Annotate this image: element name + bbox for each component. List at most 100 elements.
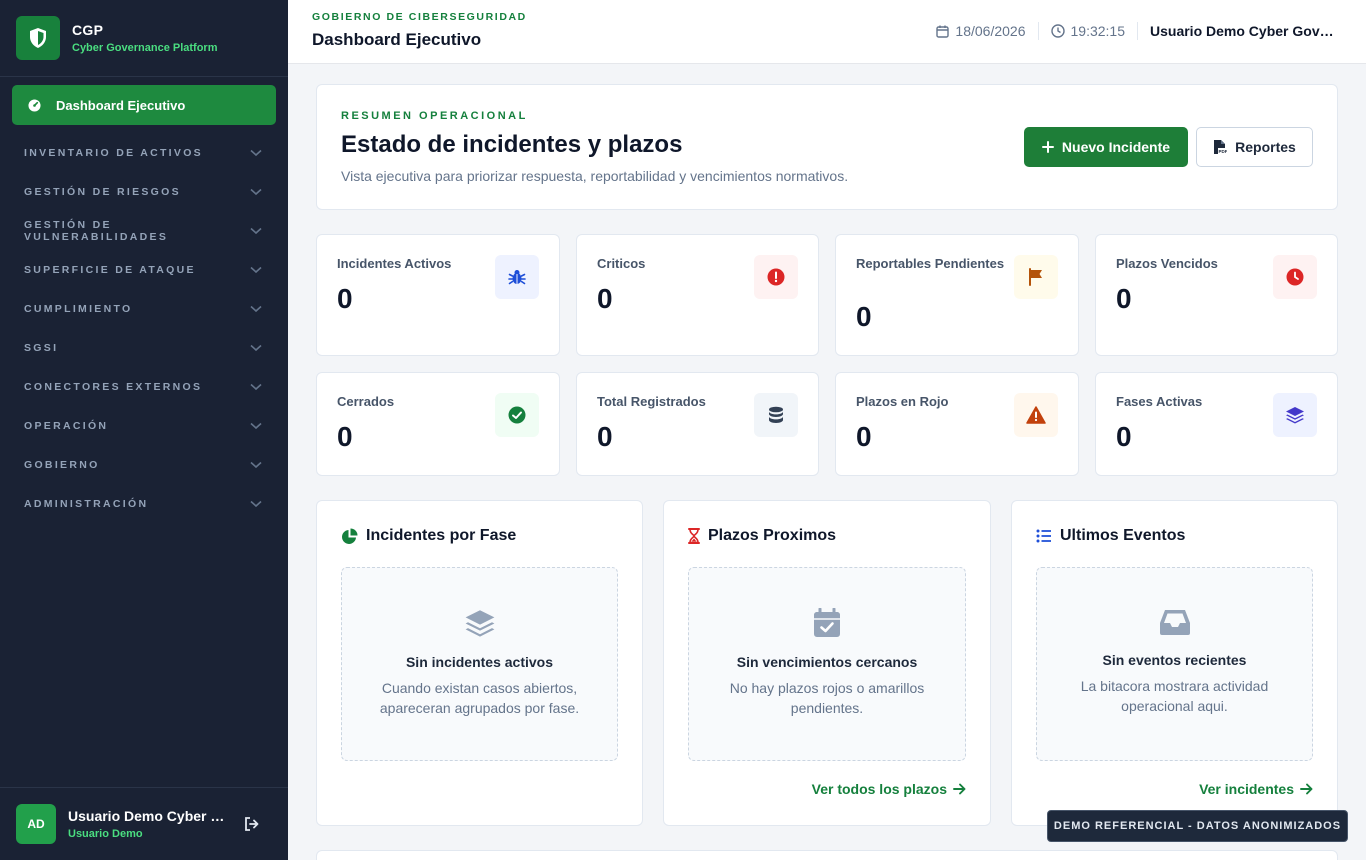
sidebar-user-role: Usuario Demo (68, 828, 143, 840)
brand-name: CGP (72, 22, 104, 38)
panel-ultimos-eventos: Ultimos Eventos Sin eventos recientes La… (1011, 500, 1338, 826)
stat-value: 0 (856, 421, 872, 452)
sidebar-item-gobierno[interactable]: GOBIERNO (0, 445, 288, 484)
stat-value: 0 (1116, 421, 1132, 452)
panel-title: Plazos Proximos (708, 527, 837, 544)
warning-icon (1014, 393, 1058, 437)
pie-chart-icon (342, 528, 358, 544)
list-icon (1036, 529, 1051, 543)
sidebar-item-administracion[interactable]: ADMINISTRACIÓN (0, 484, 288, 523)
empty-description: Cuando existan casos abiertos, aparecera… (379, 680, 580, 716)
chevron-down-icon (250, 149, 262, 156)
calendar-icon (936, 25, 950, 38)
empty-title: Sin eventos recientes (1102, 652, 1247, 668)
plus-icon (1041, 141, 1054, 153)
empty-state: Sin eventos recientes La bitacora mostra… (1036, 567, 1313, 761)
layers-icon (1273, 393, 1317, 437)
pdf-file-icon: PDF (1214, 140, 1228, 154)
header-date: 18/06/2026 (936, 23, 1026, 39)
inbox-icon (1159, 610, 1190, 635)
header-kicker: GOBIERNO DE CIBERSEGURIDAD (312, 11, 527, 23)
bug-icon (495, 255, 539, 299)
sidebar-nav: INVENTARIO DE ACTIVOS GESTIÓN DE RIESGOS… (0, 133, 288, 523)
calendar-check-icon (814, 608, 840, 637)
sidebar-item-vulnerabilidades[interactable]: GESTIÓN DE VULNERABILIDADES (0, 211, 288, 250)
stat-value: 0 (597, 421, 613, 452)
chevron-down-icon (250, 188, 262, 195)
stat-value: 0 (597, 283, 613, 314)
sidebar-item-dashboard[interactable]: Dashboard Ejecutivo (12, 85, 276, 125)
empty-description: No hay plazos rojos o amarillos pendient… (729, 680, 925, 716)
sidebar-item-superficie[interactable]: SUPERFICIE DE ATAQUE (0, 250, 288, 289)
stat-value: 0 (1116, 283, 1132, 314)
stat-value: 0 (856, 301, 872, 332)
sidebar-item-label: Dashboard Ejecutivo (56, 97, 186, 113)
chevron-down-icon (250, 383, 262, 390)
stat-value: 0 (337, 421, 353, 452)
stat-card-plazos-vencidos[interactable]: Plazos Vencidos 0 (1095, 234, 1338, 356)
arrow-right-icon (953, 783, 966, 795)
panel-incidentes-fase: Incidentes por Fase Sin incidentes activ… (316, 500, 643, 826)
sidebar-item-conectores[interactable]: CONECTORES EXTERNOS (0, 367, 288, 406)
stat-value: 0 (337, 283, 353, 314)
svg-text:PDF: PDF (1219, 149, 1228, 154)
panel-title: Ultimos Eventos (1060, 527, 1186, 544)
empty-state: Sin incidentes activos Cuando existan ca… (341, 567, 618, 761)
page-title: Dashboard Ejecutivo (312, 30, 482, 49)
panel-title: Incidentes por Fase (366, 527, 517, 544)
chevron-down-icon (250, 422, 262, 429)
chevron-down-icon (250, 266, 262, 273)
sidebar-user-name: Usuario Demo Cyber Governance (68, 808, 228, 824)
summary-description: Vista ejecutiva para priorizar respuesta… (341, 168, 849, 184)
alert-circle-icon (754, 255, 798, 299)
sidebar-item-inventario[interactable]: INVENTARIO DE ACTIVOS (0, 133, 288, 172)
chevron-down-icon (250, 305, 262, 312)
sidebar-item-operacion[interactable]: OPERACIÓN (0, 406, 288, 445)
check-circle-icon (495, 393, 539, 437)
sidebar-user: AD Usuario Demo Cyber Governance Usuario… (0, 787, 288, 860)
empty-state: Sin vencimientos cercanos No hay plazos … (688, 567, 966, 761)
top-header: GOBIERNO DE CIBERSEGURIDAD Dashboard Eje… (288, 0, 1366, 64)
header-time: 19:32:15 (1050, 23, 1125, 39)
brand-subtitle: Cyber Governance Platform (72, 42, 218, 54)
stat-card-total-registrados[interactable]: Total Registrados 0 (576, 372, 819, 476)
hourglass-icon (688, 528, 700, 544)
brand[interactable]: CGP Cyber Governance Platform (0, 0, 288, 77)
stat-card-reportables[interactable]: Reportables Pendientes 0 (835, 234, 1079, 356)
chevron-down-icon (250, 500, 262, 507)
sidebar-item-riesgos[interactable]: GESTIÓN DE RIESGOS (0, 172, 288, 211)
empty-title: Sin incidentes activos (405, 654, 554, 670)
new-incident-button[interactable]: Nuevo Incidente (1024, 127, 1188, 167)
chevron-down-icon (250, 344, 262, 351)
summary-title: Estado de incidentes y plazos (341, 131, 683, 158)
summary-kicker: RESUMEN OPERACIONAL (341, 110, 528, 122)
clock-icon (1273, 255, 1317, 299)
view-all-deadlines-link[interactable]: Ver todos los plazos (812, 781, 966, 797)
clock-icon (1050, 24, 1065, 38)
stat-card-fases-activas[interactable]: Fases Activas 0 (1095, 372, 1338, 476)
logout-icon[interactable] (244, 817, 260, 831)
header-user[interactable]: Usuario Demo Cyber Governance (1150, 23, 1336, 39)
stat-card-incidentes-activos[interactable]: Incidentes Activos 0 (316, 234, 560, 356)
flag-icon (1014, 255, 1058, 299)
view-incidents-link[interactable]: Ver incidentes (1199, 781, 1313, 797)
reports-button[interactable]: PDF Reportes (1196, 127, 1313, 167)
stat-card-cerrados[interactable]: Cerrados 0 (316, 372, 560, 476)
arrow-right-icon (1300, 783, 1313, 795)
sidebar: CGP Cyber Governance Platform Dashboard … (0, 0, 288, 860)
next-section-card (316, 850, 1338, 860)
chevron-down-icon (250, 461, 262, 468)
database-icon (754, 393, 798, 437)
summary-card: RESUMEN OPERACIONAL Estado de incidentes… (316, 84, 1338, 210)
empty-title: Sin vencimientos cercanos (736, 654, 918, 670)
sidebar-item-sgsi[interactable]: SGSI (0, 328, 288, 367)
stat-card-plazos-rojo[interactable]: Plazos en Rojo 0 (835, 372, 1079, 476)
stat-card-criticos[interactable]: Criticos 0 (576, 234, 819, 356)
shield-icon (16, 16, 60, 60)
layers-icon (465, 610, 494, 637)
panel-plazos-proximos: Plazos Proximos Sin vencimientos cercano… (663, 500, 991, 826)
gauge-icon (28, 98, 41, 112)
empty-description: La bitacora mostrara actividad operacion… (1080, 678, 1269, 714)
sidebar-item-cumplimiento[interactable]: CUMPLIMIENTO (0, 289, 288, 328)
avatar: AD (16, 804, 56, 844)
